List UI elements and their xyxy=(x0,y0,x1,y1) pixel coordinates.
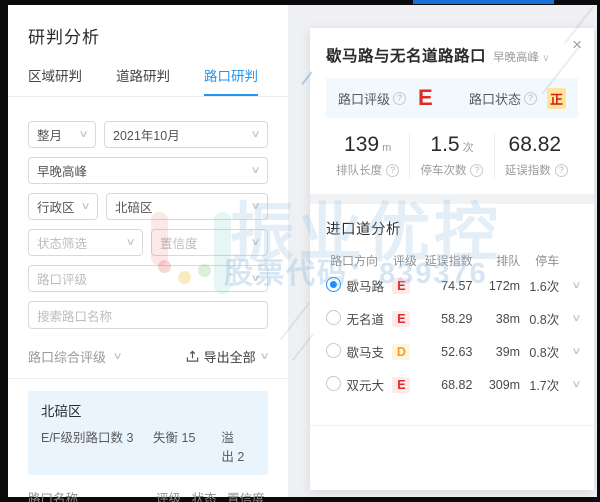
kpi-delay-index: 68.82 延误指数? xyxy=(493,133,578,178)
chevron-down-icon: ∨ xyxy=(80,201,91,212)
approach-direction: 无名道 xyxy=(346,313,384,327)
summary-stat-ef: E/F级别路口数 3 xyxy=(41,431,134,445)
composite-rating-select[interactable]: 路口综合评级 ∨ xyxy=(28,347,123,366)
confidence-filter-select[interactable]: 置信度 ∨ xyxy=(151,229,268,256)
grade-badge: E xyxy=(392,376,411,393)
rating-filter-select[interactable]: 路口评级 ∨ xyxy=(28,265,268,292)
topbar-accent xyxy=(413,0,554,4)
rating-label: 路口评级 ? xyxy=(338,89,407,108)
approach-row[interactable]: 歇马路 E 74.57 172m 1.6次 ∨ xyxy=(326,269,582,302)
chevron-down-icon[interactable]: ∨ xyxy=(556,346,581,357)
rating-status-row: 路口评级 ? E 路口状态 ? 正 xyxy=(326,78,578,118)
rating-value: E xyxy=(418,85,433,110)
kpi-stop-count: 1.5 次 停车次数? xyxy=(409,133,493,178)
chevron-down-icon: ∨ xyxy=(542,53,550,64)
stop-count: 1.7次 xyxy=(529,379,560,393)
help-icon[interactable]: ? xyxy=(393,91,407,105)
intersection-table-header: 路口名称 评级 状态 置信度 xyxy=(28,492,265,502)
radio-button[interactable] xyxy=(326,375,341,391)
district-summary-card[interactable]: 北碚区 E/F级别路口数 3 失衡 15 溢出 2 xyxy=(28,391,268,475)
chevron-down-icon: ∨ xyxy=(112,351,123,362)
page-title: 研判分析 xyxy=(28,28,100,47)
analysis-panel: 研判分析 区域研判 道路研判 路口研判 整月 ∨ 2021年10月 ∨ 早晚高峰 xyxy=(8,5,288,502)
radio-button[interactable] xyxy=(326,309,341,325)
intersection-detail-card: × 歇马路与无名道路路口 早晚高峰 ∨ 路口评级 ? E 路口状态 ? 正 13… xyxy=(310,28,594,490)
radio-button[interactable] xyxy=(326,276,341,292)
help-icon[interactable]: ? xyxy=(386,163,400,177)
approach-direction: 歇马路 xyxy=(346,280,384,294)
filter-group: 整月 ∨ 2021年10月 ∨ 早晚高峰 ∨ 行政区 ∨ 北碚区 ∨ 状态筛选 … xyxy=(28,121,268,329)
period-type-select[interactable]: 整月 ∨ xyxy=(28,121,96,148)
stop-count: 0.8次 xyxy=(529,346,560,360)
help-icon[interactable]: ? xyxy=(523,91,537,105)
queue-length: 38m xyxy=(495,311,521,326)
search-input[interactable]: 搜索路口名称 xyxy=(28,301,268,329)
status-filter-select[interactable]: 状态筛选 ∨ xyxy=(28,229,143,256)
district-type-select[interactable]: 行政区 ∨ xyxy=(28,193,98,220)
summary-stat-overflow: 溢出 2 xyxy=(221,431,245,464)
close-icon[interactable]: × xyxy=(572,36,582,53)
export-all-button[interactable]: 导出全部 ∨ xyxy=(186,347,270,366)
chevron-down-icon[interactable]: ∨ xyxy=(556,313,581,324)
detail-title: 歇马路与无名道路路口 xyxy=(326,48,487,65)
chevron-down-icon: ∨ xyxy=(259,351,270,362)
help-icon[interactable]: ? xyxy=(470,163,484,177)
summary-stat-imbalance: 失衡 15 xyxy=(153,431,196,445)
grade-badge: E xyxy=(392,310,411,327)
approach-table-header: 路口方向 评级 延误指数 排队 停车 xyxy=(330,254,560,268)
chevron-down-icon: ∨ xyxy=(250,201,261,212)
district-select[interactable]: 北碚区 ∨ xyxy=(106,193,268,220)
app-frame: 研判分析 区域研判 道路研判 路口研判 整月 ∨ 2021年10月 ∨ 早晚高峰 xyxy=(0,0,600,502)
kpi-queue-length: 139 m 排队长度? xyxy=(326,133,409,178)
summary-district: 北碚区 xyxy=(41,404,82,419)
chevron-down-icon: ∨ xyxy=(250,273,261,284)
kpi-row: 139 m 排队长度? 1.5 次 停车次数? 68.82 延误指数? xyxy=(326,133,578,178)
chevron-down-icon: ∨ xyxy=(78,129,89,140)
delay-index: 68.82 xyxy=(441,377,473,392)
tabs-divider xyxy=(8,96,288,97)
grade-badge: E xyxy=(392,277,411,294)
status-label: 路口状态 ? xyxy=(469,89,537,108)
queue-length: 39m xyxy=(495,344,521,359)
chevron-down-icon: ∨ xyxy=(250,165,261,176)
section-separator xyxy=(310,194,594,204)
tab-road[interactable]: 道路研判 xyxy=(116,65,170,96)
bottom-divider xyxy=(310,425,594,426)
approach-row[interactable]: 歇马支 D 52.63 39m 0.8次 ∨ xyxy=(326,335,582,368)
delay-index: 52.63 xyxy=(441,344,473,359)
stop-count: 1.6次 xyxy=(529,280,560,294)
approach-section-title: 进口道分析 xyxy=(326,222,401,238)
queue-length: 172m xyxy=(488,278,521,293)
chevron-down-icon: ∨ xyxy=(250,129,261,140)
queue-length: 309m xyxy=(488,377,521,392)
chevron-down-icon[interactable]: ∨ xyxy=(556,379,581,390)
delay-index: 58.29 xyxy=(441,311,473,326)
chevron-down-icon: ∨ xyxy=(250,237,261,248)
grade-badge: D xyxy=(392,343,411,360)
stop-count: 0.8次 xyxy=(529,313,560,327)
radio-button[interactable] xyxy=(326,342,341,358)
export-icon xyxy=(186,350,198,362)
delay-index: 74.57 xyxy=(441,278,473,293)
chevron-down-icon[interactable]: ∨ xyxy=(556,280,581,291)
help-icon[interactable]: ? xyxy=(554,163,568,177)
tab-region[interactable]: 区域研判 xyxy=(28,65,82,96)
month-select[interactable]: 2021年10月 ∨ xyxy=(104,121,268,148)
tab-intersection[interactable]: 路口研判 xyxy=(204,65,258,96)
analysis-tabs: 区域研判 道路研判 路口研判 xyxy=(28,65,268,96)
status-badge: 正 xyxy=(546,87,566,109)
chevron-down-icon: ∨ xyxy=(125,237,136,248)
approach-row[interactable]: 双元大 E 68.82 309m 1.7次 ∨ xyxy=(326,368,582,401)
approach-direction: 歇马支 xyxy=(346,346,384,360)
peak-period-select[interactable]: 早晚高峰 ∨ xyxy=(493,49,550,65)
approach-direction: 双元大 xyxy=(346,379,384,393)
approach-row[interactable]: 无名道 E 58.29 38m 0.8次 ∨ xyxy=(326,302,582,335)
peak-select[interactable]: 早晚高峰 ∨ xyxy=(28,157,268,184)
section-divider xyxy=(8,378,288,379)
